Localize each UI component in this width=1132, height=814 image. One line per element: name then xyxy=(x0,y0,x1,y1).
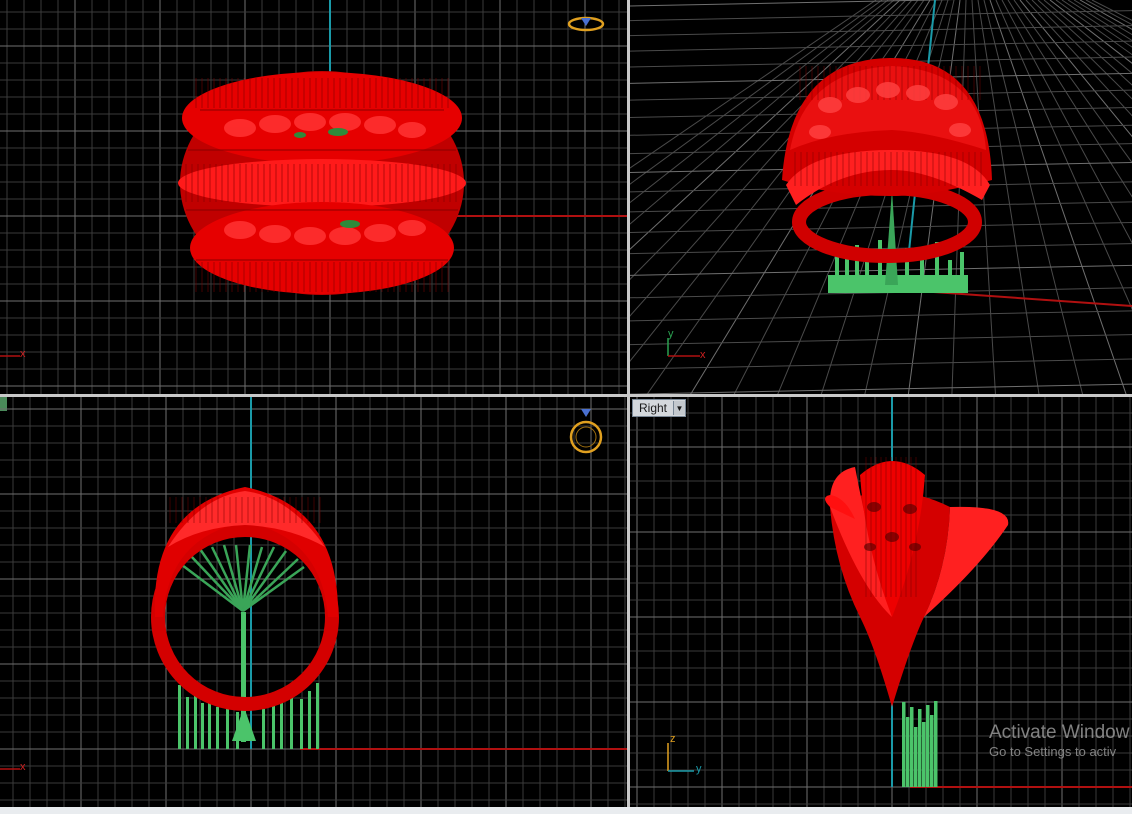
ring-model-front[interactable] xyxy=(151,487,339,749)
status-strip xyxy=(0,807,1132,814)
axis-y-label: y xyxy=(668,328,674,340)
axis-x-label: x xyxy=(20,348,26,360)
ring-model-perspective[interactable] xyxy=(782,58,992,293)
viewport-perspective[interactable]: y x xyxy=(630,0,1132,394)
axis-x-label: x xyxy=(700,349,706,361)
viewport-name-label: Right xyxy=(639,401,668,415)
axis-x-label: x xyxy=(20,761,26,773)
viewport-top[interactable]: x xyxy=(0,0,627,394)
perspective-grid xyxy=(630,0,1132,394)
watermark-title: Activate Window xyxy=(989,722,1130,743)
ring-model-right[interactable] xyxy=(825,457,1009,787)
front-grid xyxy=(0,397,627,807)
ring-widget-icon[interactable] xyxy=(566,12,606,36)
chevron-down-icon[interactable]: ▼ xyxy=(673,401,686,415)
axis-y-label: y xyxy=(696,763,702,775)
ring-widget-icon[interactable] xyxy=(566,407,606,457)
axis-z-label: z xyxy=(670,733,676,745)
ring-model-top[interactable] xyxy=(178,71,466,295)
watermark-subtitle: Go to Settings to activ xyxy=(989,744,1117,759)
top-grid xyxy=(0,0,627,394)
viewport-name-tab[interactable]: Right ▼ xyxy=(632,399,687,417)
viewport-right[interactable]: Right ▼ z y Activate Window Go to Settin… xyxy=(630,397,1132,807)
activation-watermark: Activate Window Go to Settings to activ xyxy=(989,722,1129,759)
viewport-front[interactable]: x xyxy=(0,397,627,807)
